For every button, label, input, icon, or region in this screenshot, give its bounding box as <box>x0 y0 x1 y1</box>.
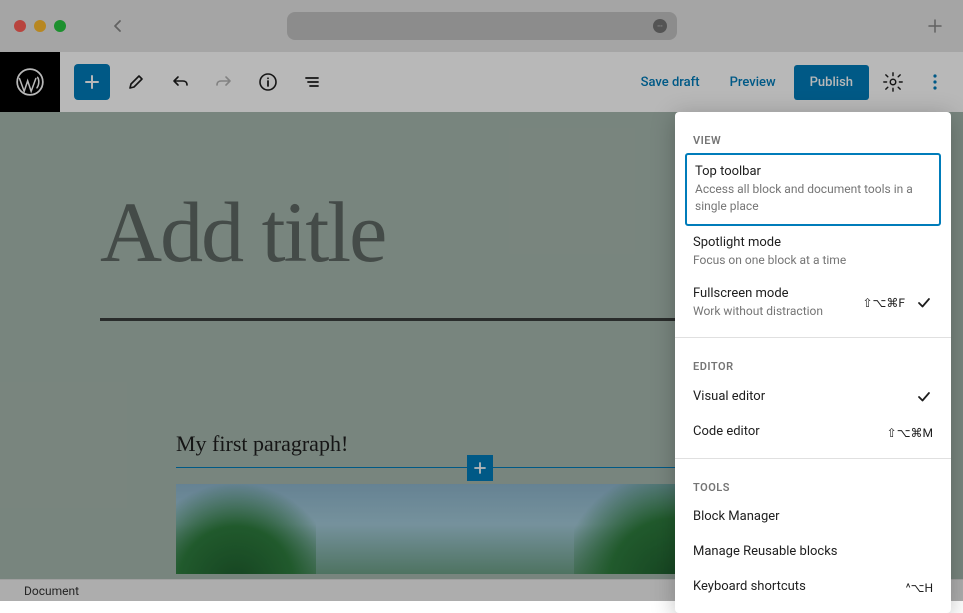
editor-toolbar: Save draft Preview Publish <box>0 52 963 112</box>
close-window-button[interactable] <box>14 20 26 32</box>
maximize-window-button[interactable] <box>54 20 66 32</box>
menu-item-visual-editor[interactable]: Visual editor <box>675 379 951 415</box>
menu-item-block-manager[interactable]: Block Manager <box>675 500 951 535</box>
browser-url-bar[interactable]: ··· <box>287 12 677 40</box>
info-button[interactable] <box>250 64 286 100</box>
menu-item-manage-reusable-blocks[interactable]: Manage Reusable blocks <box>675 535 951 570</box>
macos-titlebar: ··· <box>0 0 963 52</box>
menu-item-label: Block Manager <box>693 509 933 524</box>
edit-mode-button[interactable] <box>118 64 154 100</box>
more-options-button[interactable] <box>917 64 953 100</box>
minimize-window-button[interactable] <box>34 20 46 32</box>
list-view-button[interactable] <box>294 64 330 100</box>
menu-item-description: Access all block and document tools in a… <box>695 181 931 215</box>
check-icon <box>915 388 933 406</box>
keyboard-shortcut: ^⌥H <box>906 581 933 595</box>
menu-item-fullscreen-mode[interactable]: Fullscreen mode Work without distraction… <box>675 277 951 329</box>
dropdown-section-header-view: VIEW <box>675 120 951 153</box>
menu-item-label: Spotlight mode <box>693 235 933 250</box>
keyboard-shortcut: ⇧⌥⌘F <box>862 296 905 310</box>
redo-button <box>206 64 242 100</box>
window-controls <box>14 20 66 32</box>
menu-item-label: Visual editor <box>693 389 905 404</box>
settings-button[interactable] <box>875 64 911 100</box>
dropdown-section-header-editor: EDITOR <box>675 346 951 379</box>
menu-item-label: Fullscreen mode <box>693 286 852 301</box>
menu-item-code-editor[interactable]: Code editor ⇧⌥⌘M <box>675 415 951 450</box>
keyboard-shortcut: ⇧⌥⌘M <box>887 426 933 440</box>
menu-item-spotlight-mode[interactable]: Spotlight mode Focus on one block at a t… <box>675 226 951 278</box>
options-dropdown: VIEW Top toolbar Access all block and do… <box>675 112 951 613</box>
browser-back-button[interactable] <box>110 18 126 34</box>
image-content <box>176 484 316 574</box>
menu-item-label: Top toolbar <box>695 164 931 179</box>
url-bar-menu-icon[interactable]: ··· <box>653 19 667 33</box>
menu-item-label: Code editor <box>693 424 877 439</box>
save-draft-button[interactable]: Save draft <box>629 67 712 98</box>
dropdown-section-header-tools: TOOLS <box>675 467 951 500</box>
new-tab-button[interactable] <box>927 18 943 34</box>
breadcrumb[interactable]: Document <box>24 584 79 598</box>
check-icon <box>915 294 933 312</box>
menu-item-label: Manage Reusable blocks <box>693 544 933 559</box>
publish-button[interactable]: Publish <box>794 65 869 100</box>
menu-item-top-toolbar[interactable]: Top toolbar Access all block and documen… <box>685 153 941 226</box>
menu-item-label: Keyboard shortcuts <box>693 579 896 594</box>
title-separator <box>100 318 750 321</box>
wordpress-logo[interactable] <box>0 52 60 112</box>
preview-button[interactable]: Preview <box>718 67 788 98</box>
menu-item-keyboard-shortcuts[interactable]: Keyboard shortcuts ^⌥H <box>675 570 951 605</box>
add-block-button[interactable] <box>74 64 110 100</box>
menu-item-description: Focus on one block at a time <box>693 252 933 269</box>
menu-item-description: Work without distraction <box>693 303 852 320</box>
inline-add-block-button[interactable] <box>467 455 493 481</box>
undo-button[interactable] <box>162 64 198 100</box>
